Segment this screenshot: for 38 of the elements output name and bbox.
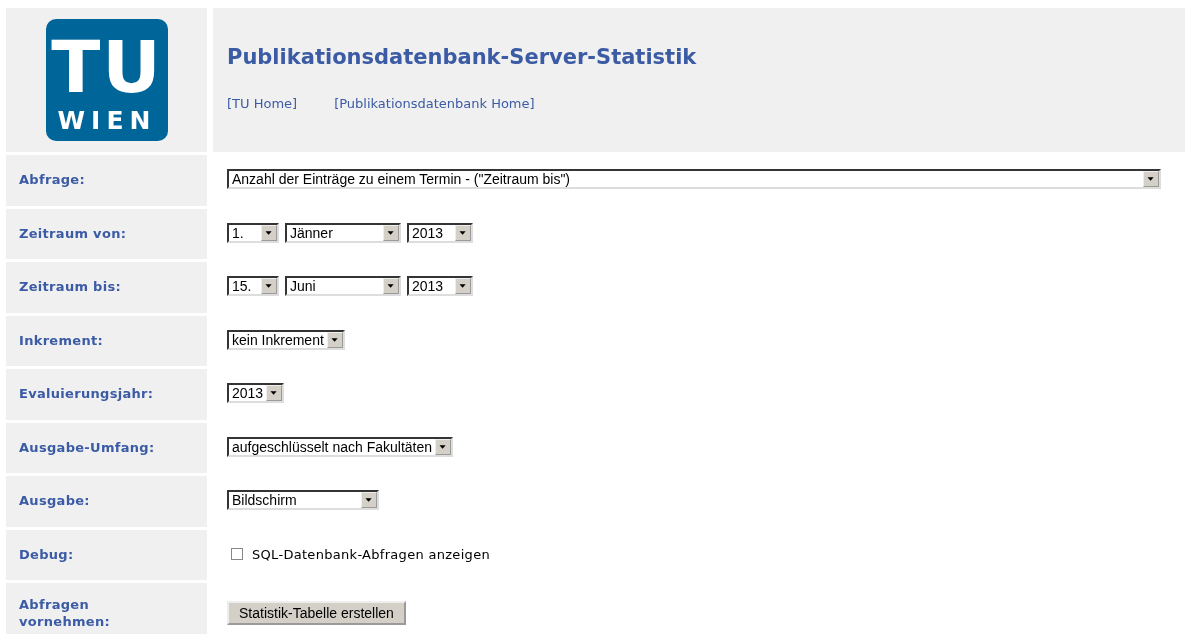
dropdown[interactable]: Juni xyxy=(285,276,401,296)
field-label: Zeitraum bis: xyxy=(18,278,123,294)
caret-icon xyxy=(435,438,451,455)
caret-icon xyxy=(361,492,377,508)
dropdown[interactable]: Bildschirm xyxy=(227,490,379,510)
checkbox-label: SQL-Datenbank-Abfragen anzeigen xyxy=(252,546,490,562)
dropdown[interactable]: Jänner xyxy=(285,222,401,243)
field-label: Ausgabe-Umfang: xyxy=(18,438,156,455)
caret-icon xyxy=(383,224,399,241)
dropdown[interactable]: 2013 xyxy=(407,276,473,296)
dropdown[interactable]: 1. xyxy=(227,222,279,243)
dropdown[interactable]: 2013 xyxy=(407,222,473,243)
header-link[interactable]: [TU Home] xyxy=(227,96,298,111)
field-label: Abfrage: xyxy=(18,171,86,187)
header-link[interactable]: [Publikationsdatenbank Home] xyxy=(334,96,535,111)
caret-icon xyxy=(266,385,283,401)
caret-icon xyxy=(1143,171,1159,187)
field-label: Debug: xyxy=(18,545,75,562)
create-table-button[interactable]: Statistik-Tabelle erstellen xyxy=(227,601,406,625)
caret-icon xyxy=(261,278,277,294)
dropdown[interactable]: kein Inkrement xyxy=(227,329,345,350)
caret-icon xyxy=(383,278,399,294)
dropdown[interactable]: 2013 xyxy=(227,383,285,403)
dropdown[interactable]: Anzahl der Einträge zu einem Termin - ("Zeitraum bis") xyxy=(227,169,1161,189)
field-label: Ausgabe: xyxy=(18,492,91,508)
page-title: Publikationsdatenbank-Server-Statistik xyxy=(227,45,698,69)
field-label: Zeitraum von: xyxy=(18,224,128,241)
caret-icon xyxy=(455,278,471,294)
logo-drawing: TU WIEN xyxy=(45,19,168,141)
field-label: Inkrement: xyxy=(18,331,104,348)
field-label: Evaluierungsjahr: xyxy=(18,385,155,401)
caret-icon xyxy=(326,331,343,348)
field-label: Abfragen vornehmen: xyxy=(18,596,111,630)
dropdown[interactable]: aufgeschlüsselt nach Fakultäten xyxy=(227,436,453,457)
caret-icon xyxy=(261,224,277,241)
caret-icon xyxy=(455,224,471,241)
checkbox[interactable] xyxy=(231,548,243,560)
dropdown[interactable]: 15. xyxy=(227,276,279,296)
